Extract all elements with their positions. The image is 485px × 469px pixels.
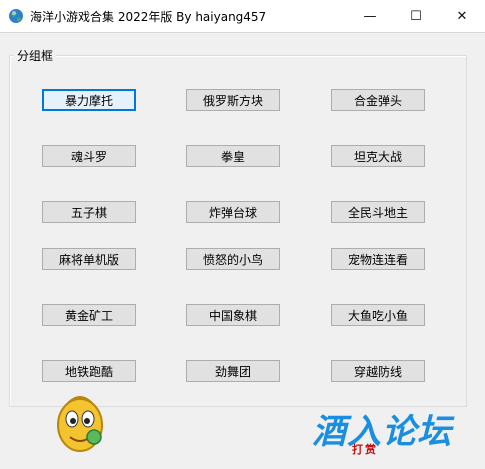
title-bar[interactable]: 海洋小游戏合集 2022年版 By haiyang457 — ☐ ✕ <box>0 0 485 33</box>
game-button-audition[interactable]: 劲舞团 <box>186 360 280 382</box>
window-title: 海洋小游戏合集 2022年版 By haiyang457 <box>30 10 267 24</box>
minimize-icon: — <box>363 8 377 24</box>
game-button-doudizhu[interactable]: 全民斗地主 <box>331 201 425 223</box>
game-button-metal-slug[interactable]: 合金弹头 <box>331 89 425 111</box>
game-button-motorcycle[interactable]: 暴力摩托 <box>42 89 136 111</box>
close-button[interactable]: ✕ <box>439 0 485 32</box>
maximize-button[interactable]: ☐ <box>393 0 439 32</box>
game-button-contra[interactable]: 魂斗罗 <box>42 145 136 167</box>
game-button-bomb-billiards[interactable]: 炸弹台球 <box>186 201 280 223</box>
watermark-subtext: 打赏 <box>352 443 378 456</box>
globe-icon <box>9 9 23 23</box>
maximize-icon: ☐ <box>410 8 422 24</box>
close-icon: ✕ <box>456 8 468 24</box>
game-button-battle-city[interactable]: 坦克大战 <box>331 145 425 167</box>
game-button-angry-birds[interactable]: 愤怒的小鸟 <box>186 248 280 270</box>
game-button-pet-link[interactable]: 宠物连连看 <box>331 248 425 270</box>
game-button-chinese-chess[interactable]: 中国象棋 <box>186 304 280 326</box>
game-button-gomoku[interactable]: 五子棋 <box>42 201 136 223</box>
game-button-big-fish[interactable]: 大鱼吃小鱼 <box>331 304 425 326</box>
game-button-defense-line[interactable]: 穿越防线 <box>331 360 425 382</box>
game-button-gold-miner[interactable]: 黄金矿工 <box>42 304 136 326</box>
game-button-mahjong[interactable]: 麻将单机版 <box>42 248 136 270</box>
game-button-king-of-fighters[interactable]: 拳皇 <box>186 145 280 167</box>
groupbox-label: 分组框 <box>14 47 57 64</box>
minimize-button[interactable]: — <box>347 0 393 32</box>
game-button-subway-surfers[interactable]: 地铁跑酷 <box>42 360 136 382</box>
watermark-logo: 酒入论坛 <box>312 412 452 452</box>
mascot-icon <box>57 396 103 452</box>
game-button-tetris[interactable]: 俄罗斯方块 <box>186 89 280 111</box>
